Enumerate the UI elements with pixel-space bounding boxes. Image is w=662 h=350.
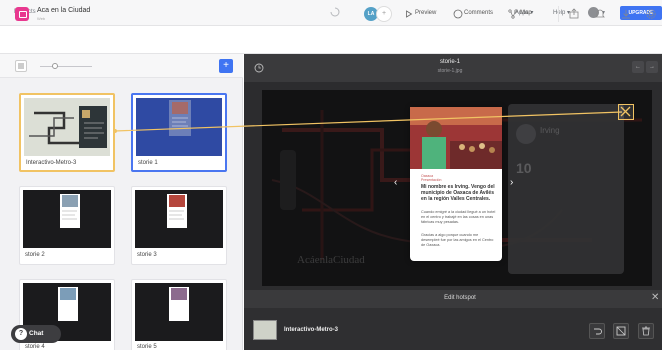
screen-card-storie-2[interactable]: storie 2: [19, 186, 115, 265]
project-type: Web: [37, 16, 46, 21]
add-collaborator-button[interactable]: +: [376, 6, 392, 22]
settings-gear-icon[interactable]: [645, 8, 657, 20]
project-title[interactable]: Aca en la Ciudad: [37, 7, 90, 14]
screen-filename: storie-1.jpg: [437, 68, 463, 74]
project-header: [0, 26, 662, 54]
previous-screen-button[interactable]: ←: [632, 61, 644, 73]
download-icon[interactable]: [620, 8, 632, 20]
clock-icon[interactable]: [253, 62, 265, 74]
divider: [558, 6, 559, 22]
link-type-button[interactable]: [589, 323, 605, 339]
story-previous-arrow[interactable]: ‹: [394, 177, 397, 188]
edit-hotspot-title: Edit hotspot: [444, 295, 476, 301]
loading-icon: [330, 7, 340, 17]
zoom-slider-handle[interactable]: [52, 63, 58, 69]
hotspot-options-button[interactable]: [613, 323, 629, 339]
screen-name: storie 1: [138, 160, 158, 166]
screen-thumbnail: [135, 283, 223, 341]
zoom-slider[interactable]: [40, 66, 92, 67]
screen-thumbnail: [24, 98, 110, 156]
delete-hotspot-button[interactable]: [638, 323, 654, 339]
story-next-arrow[interactable]: ›: [510, 177, 513, 188]
hotspot-link-line: [113, 111, 623, 133]
screen-name: Interactivo-Metro-3: [26, 160, 77, 166]
trash-icon: [642, 326, 650, 336]
next-screen-button[interactable]: →: [646, 61, 658, 73]
project-icon: [15, 7, 29, 21]
undo-icon: [594, 328, 602, 335]
close-hotspot-button[interactable]: ✕: [651, 292, 659, 303]
screen-card-storie-5[interactable]: storie 5: [131, 279, 227, 350]
map-button[interactable]: Map: [520, 10, 532, 16]
screen-name: storie 3: [137, 252, 157, 258]
screen-name: storie 2: [25, 252, 45, 258]
story-heading: Mi nombre es Irving. Vengo del municipio…: [421, 184, 495, 202]
story-paragraph: Cuando emigré a la ciudad llegué a un ho…: [421, 210, 496, 224]
map-icon: [508, 9, 518, 19]
comments-button[interactable]: Comments: [464, 10, 493, 16]
story-paragraph: Gracias a algo porque cuando me desemple…: [421, 233, 494, 247]
target-screen-name[interactable]: Interactivo-Metro-3: [284, 327, 338, 333]
sidebar-toolbar: [0, 54, 243, 78]
chat-help-icon: ?: [15, 328, 27, 340]
comment-icon: [453, 9, 463, 19]
notification-bell-icon[interactable]: [594, 8, 606, 20]
square-slash-icon: [616, 326, 626, 336]
target-screen-thumbnail[interactable]: [253, 320, 277, 340]
share-icon[interactable]: [568, 8, 580, 20]
hotspot-area[interactable]: [618, 104, 634, 120]
preview-button[interactable]: Preview: [415, 10, 436, 16]
canvas-brand-title: AcáenlaCiudad: [297, 254, 365, 266]
screen-card-storie-3[interactable]: storie 3: [131, 186, 227, 265]
profile-number: 10: [516, 160, 532, 176]
screen-card-interactivo-metro-3[interactable]: Interactivo-Metro-3: [19, 93, 115, 172]
close-icon: [620, 106, 631, 117]
story-section: Presentación: [421, 178, 442, 182]
screen-name: storie 4: [25, 344, 45, 350]
play-icon: [406, 10, 413, 18]
screen-thumbnail: [135, 190, 223, 248]
add-screen-button[interactable]: +: [219, 59, 233, 73]
screen-thumbnail: [23, 190, 111, 248]
screen-title: storie-1: [439, 59, 460, 65]
menu-icon[interactable]: [15, 60, 27, 72]
screen-name: storie 5: [137, 344, 157, 350]
